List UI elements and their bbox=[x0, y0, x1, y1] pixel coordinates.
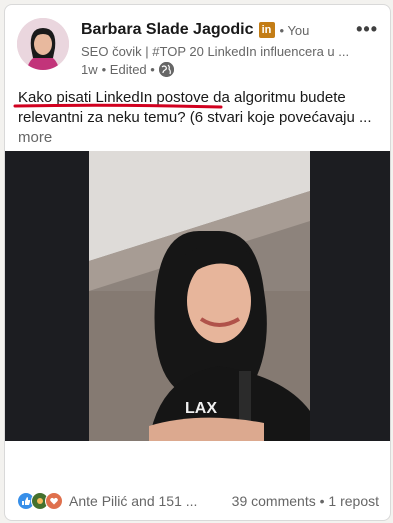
author-row: Barbara Slade Jagodic in • You bbox=[81, 21, 309, 39]
love-reaction-icon bbox=[45, 492, 63, 510]
post-body: Kako pisati LinkedIn postove da algoritm… bbox=[18, 88, 380, 148]
red-underline-annotation bbox=[13, 103, 223, 109]
post-card: Barbara Slade Jagodic in • You ••• SEO č… bbox=[4, 4, 391, 521]
linkedin-premium-badge-icon: in bbox=[258, 22, 275, 38]
connection-degree: • You bbox=[279, 22, 310, 38]
see-more-link[interactable]: more bbox=[18, 129, 52, 146]
comments-count[interactable]: 39 comments bbox=[232, 493, 316, 509]
reactions-summary[interactable]: Ante Pilić and 151 ... bbox=[17, 492, 197, 510]
avatar-image bbox=[17, 18, 69, 70]
author-headline: SEO čovik | #TOP 20 LinkedIn influencera… bbox=[81, 44, 350, 59]
engagement-counts: 39 comments • 1 repost bbox=[232, 493, 379, 509]
author-avatar[interactable] bbox=[17, 18, 69, 70]
more-options-icon[interactable]: ••• bbox=[356, 19, 378, 40]
portrait-photo: LAX bbox=[89, 151, 310, 441]
separator-dot: • bbox=[319, 493, 325, 509]
post-meta: 1w • Edited • bbox=[81, 62, 174, 77]
social-counts-bar: Ante Pilić and 151 ... 39 comments • 1 r… bbox=[17, 492, 379, 510]
globe-icon bbox=[158, 62, 174, 77]
reactors-text[interactable]: Ante Pilić and 151 ... bbox=[69, 493, 197, 509]
post-time: 1w bbox=[81, 62, 98, 77]
edited-label: • Edited • bbox=[101, 62, 155, 77]
svg-text:LAX: LAX bbox=[185, 400, 217, 417]
post-image[interactable]: LAX bbox=[5, 151, 390, 441]
author-name[interactable]: Barbara Slade Jagodic bbox=[81, 21, 254, 39]
reposts-count[interactable]: 1 repost bbox=[328, 493, 379, 509]
